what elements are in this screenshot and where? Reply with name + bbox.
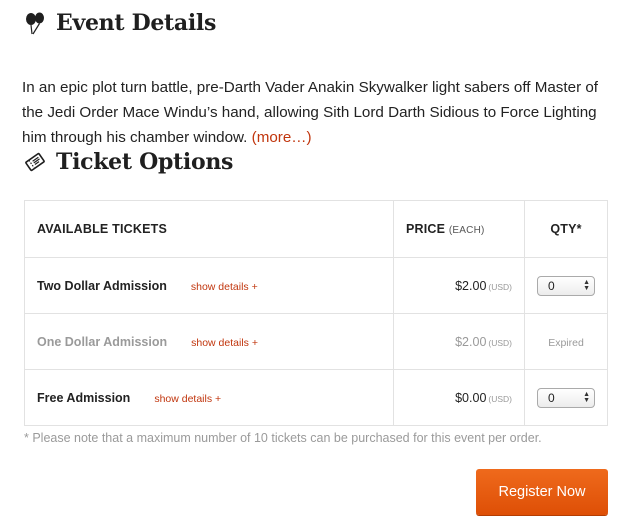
expired-status: Expired: [548, 336, 584, 349]
ticket-row-two-dollar: Two Dollar Admission show details + $2.00…: [24, 257, 608, 314]
ticket-price-cell: $2.00 (USD): [393, 257, 525, 314]
qty-header: QTY*: [524, 200, 608, 258]
ticket-name-cell: Two Dollar Admission show details +: [24, 257, 394, 314]
select-arrows-icon: ▲ ▼: [583, 278, 590, 292]
price-each-label: (EACH): [448, 225, 485, 236]
ticket-qty-cell: 0 ▲ ▼: [524, 257, 608, 314]
show-details-link[interactable]: show details +: [191, 337, 258, 349]
select-arrows-icon: ▲ ▼: [583, 390, 590, 404]
event-details-header: Event Details: [22, 10, 216, 36]
more-link[interactable]: (more…): [252, 129, 312, 146]
ticket-row-one-dollar: One Dollar Admission show details + $2.00…: [24, 313, 608, 370]
ticket-name: One Dollar Admission: [37, 334, 168, 349]
quantity-select[interactable]: 0 ▲ ▼: [537, 275, 595, 296]
currency-label: (USD): [488, 393, 512, 404]
ticket-price-cell: $0.00 (USD): [393, 369, 525, 426]
ticket-limit-note: * Please note that a maximum number of 1…: [24, 431, 542, 445]
quantity-select[interactable]: 0 ▲ ▼: [537, 387, 595, 408]
ticket-name-cell: Free Admission show details +: [24, 369, 394, 426]
ticket-name: Two Dollar Admission: [37, 278, 167, 293]
available-tickets-header: AVAILABLE TICKETS: [24, 200, 394, 258]
ticket-name: Free Admission: [37, 390, 131, 405]
quantity-value: 0: [548, 390, 555, 405]
ticket-name-cell: One Dollar Admission show details +: [24, 313, 394, 370]
tickets-table: AVAILABLE TICKETS PRICE (EACH) QTY* Two …: [24, 200, 608, 426]
ticket-qty-cell: 0 ▲ ▼: [524, 369, 608, 426]
ticket-options-header: Ticket Options: [22, 149, 233, 175]
currency-label: (USD): [488, 281, 512, 292]
ticket-row-free: Free Admission show details + $0.00 (USD) …: [24, 369, 608, 426]
balloons-icon: [22, 10, 48, 36]
currency-label: (USD): [488, 337, 512, 348]
price-header-label: PRICE: [406, 222, 446, 236]
ticket-price: $2.00: [455, 278, 487, 293]
show-details-link[interactable]: show details +: [191, 281, 258, 293]
price-header: PRICE (EACH): [393, 200, 525, 258]
show-details-link[interactable]: show details +: [154, 393, 221, 405]
table-header-row: AVAILABLE TICKETS PRICE (EACH) QTY*: [24, 200, 608, 258]
register-now-button[interactable]: Register Now: [476, 469, 608, 515]
ticket-price: $2.00: [455, 334, 487, 349]
ticket-price: $0.00: [455, 390, 487, 405]
quantity-value: 0: [548, 278, 555, 293]
ticket-icon: [22, 149, 48, 175]
event-description: In an epic plot turn battle, pre-Darth V…: [22, 75, 618, 150]
ticket-qty-cell: Expired: [524, 313, 608, 370]
ticket-price-cell: $2.00 (USD): [393, 313, 525, 370]
event-details-title: Event Details: [56, 10, 217, 36]
ticket-options-title: Ticket Options: [56, 149, 234, 175]
